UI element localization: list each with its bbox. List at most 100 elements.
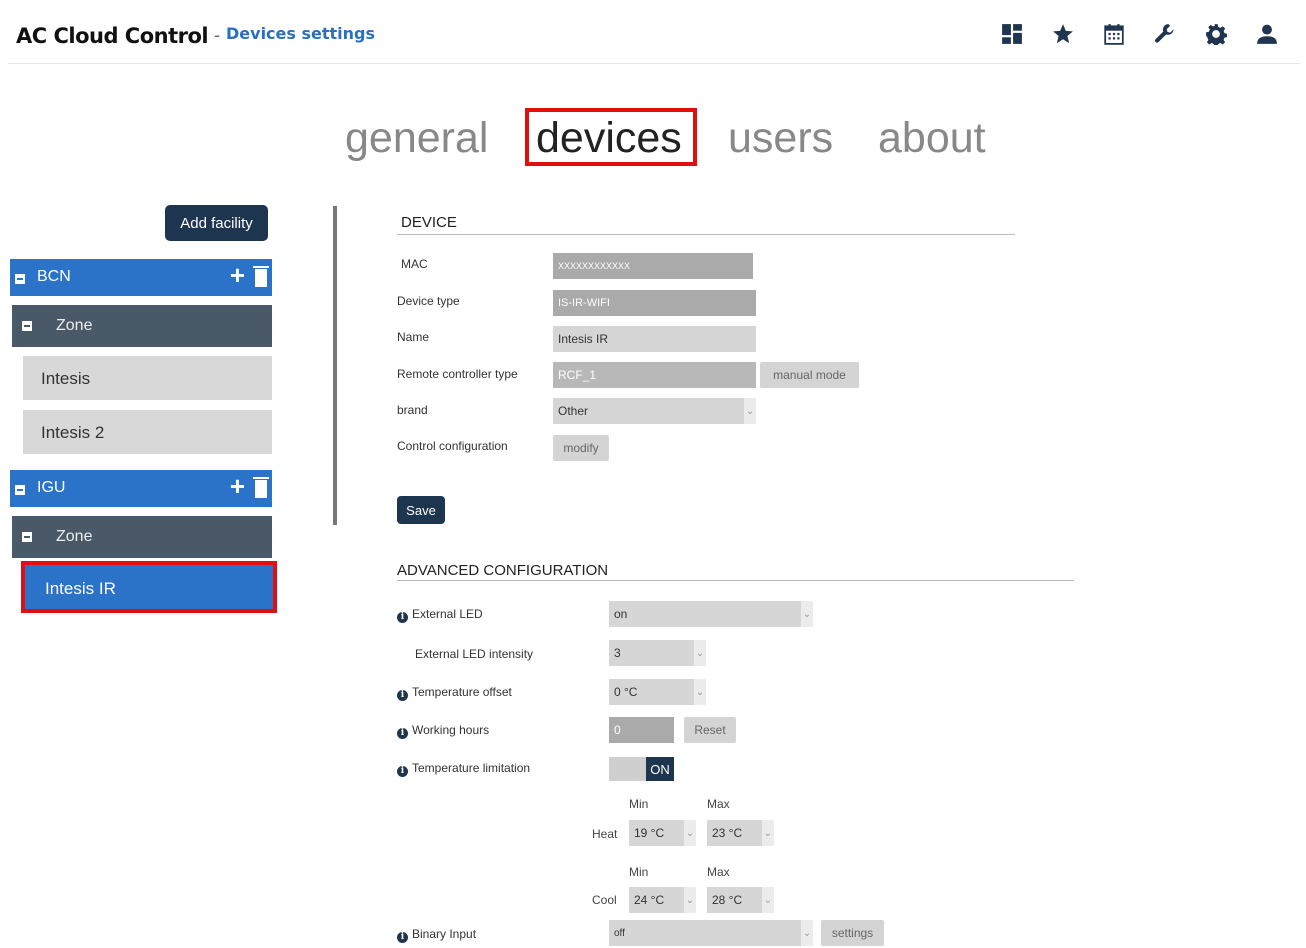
device-item[interactable]: Intesis	[23, 356, 272, 400]
chevron-down-icon: ⌄	[801, 920, 813, 946]
cool-max-select[interactable]: 28 °C ⌄	[707, 887, 774, 913]
control-config-label: Control configuration	[397, 439, 508, 453]
brand-label: brand	[397, 403, 428, 417]
working-hours-field: 0	[609, 717, 674, 743]
remote-type-label: Remote controller type	[397, 367, 518, 381]
binary-input-value: off	[614, 927, 625, 939]
tab-general[interactable]: general	[345, 114, 488, 163]
zone-name: Zone	[56, 528, 93, 545]
binary-input-label: i Binary Input	[397, 927, 476, 943]
info-icon[interactable]: i	[397, 612, 408, 623]
led-intensity-label: External LED intensity	[415, 647, 534, 661]
chevron-down-icon: ⌄	[694, 640, 706, 666]
device-name: Intesis	[41, 369, 91, 388]
mac-field: XXXXXXXXXXXX	[553, 253, 753, 279]
heat-min-select[interactable]: 19 °C ⌄	[629, 820, 696, 846]
cool-min-value: 24 °C	[634, 893, 665, 907]
gear-icon[interactable]	[1190, 20, 1241, 48]
panel-divider-mask	[333, 525, 337, 626]
info-icon[interactable]: i	[397, 728, 408, 739]
cool-max-label: Max	[707, 865, 730, 879]
zone-name: Zone	[56, 317, 93, 334]
top-header: AC Cloud Control - Devices settings	[8, 8, 1300, 64]
collapse-icon[interactable]	[15, 274, 25, 284]
name-label: Name	[397, 330, 430, 344]
remote-type-field: RCF_1	[553, 362, 756, 388]
section-divider	[397, 580, 1074, 581]
trash-icon[interactable]	[253, 477, 269, 498]
heat-min-label: Min	[629, 797, 649, 811]
wrench-icon[interactable]	[1139, 20, 1190, 48]
star-icon[interactable]	[1037, 20, 1088, 48]
facility-bcn[interactable]: BCN +	[10, 259, 272, 296]
chevron-down-icon: ⌄	[694, 679, 706, 705]
temp-limitation-label: i Temperature limitation	[397, 761, 530, 777]
external-led-select[interactable]: on ⌄	[609, 601, 813, 627]
add-icon[interactable]: +	[230, 262, 245, 288]
facility-tree: Add facility BCN + Zone Intesis Intesis …	[10, 205, 277, 625]
collapse-icon[interactable]	[15, 485, 25, 495]
zone-igu[interactable]: Zone	[12, 516, 272, 558]
heat-max-select[interactable]: 23 °C ⌄	[707, 820, 774, 846]
device-type-field: IS-IR-WIFI	[553, 290, 756, 316]
facility-name: IGU	[37, 479, 66, 496]
modify-button[interactable]: modify	[553, 435, 609, 461]
user-icon[interactable]	[1241, 20, 1292, 48]
tab-users[interactable]: users	[728, 114, 833, 163]
title-separator: -	[214, 25, 220, 45]
led-intensity-value: 3	[614, 646, 621, 660]
name-input[interactable]: Intesis IR	[553, 326, 756, 352]
zone-bcn[interactable]: Zone	[12, 305, 272, 347]
reset-button[interactable]: Reset	[684, 717, 736, 743]
cool-max-value: 28 °C	[712, 893, 743, 907]
add-icon[interactable]: +	[230, 473, 245, 499]
tab-about[interactable]: about	[878, 114, 986, 163]
mac-label: MAC	[401, 257, 428, 271]
device-name: Intesis 2	[41, 423, 105, 442]
facility-igu[interactable]: IGU +	[10, 470, 272, 507]
info-icon[interactable]: i	[397, 932, 408, 943]
info-icon[interactable]: i	[397, 766, 408, 777]
cool-label: Cool	[592, 893, 617, 907]
binary-input-select[interactable]: off ⌄	[609, 920, 813, 946]
manual-mode-button[interactable]: manual mode	[760, 362, 859, 388]
device-section-title: DEVICE	[401, 214, 457, 231]
save-button[interactable]: Save	[397, 496, 445, 524]
advanced-section-title: ADVANCED CONFIGURATION	[397, 562, 609, 579]
cool-min-label: Min	[629, 865, 649, 879]
cool-min-select[interactable]: 24 °C ⌄	[629, 887, 696, 913]
tab-devices[interactable]: devices	[525, 108, 697, 166]
section-divider	[397, 234, 1015, 235]
toggle-state: ON	[646, 757, 674, 781]
device-name: Intesis IR	[45, 579, 116, 598]
temp-offset-select[interactable]: 0 °C ⌄	[609, 679, 706, 705]
dashboard-icon[interactable]	[986, 20, 1037, 48]
page-subtitle: Devices settings	[226, 24, 375, 43]
add-facility-button[interactable]: Add facility	[165, 205, 268, 241]
chevron-down-icon: ⌄	[744, 398, 756, 424]
device-type-label: Device type	[397, 294, 460, 308]
calendar-icon[interactable]	[1088, 20, 1139, 48]
heat-max-label: Max	[707, 797, 730, 811]
working-hours-label: i Working hours	[397, 723, 489, 739]
info-icon[interactable]: i	[397, 690, 408, 701]
heat-min-value: 19 °C	[634, 826, 665, 840]
toolbar	[986, 20, 1292, 48]
chevron-down-icon: ⌄	[762, 887, 774, 913]
chevron-down-icon: ⌄	[684, 887, 696, 913]
app-title: AC Cloud Control	[16, 24, 209, 48]
chevron-down-icon: ⌄	[684, 820, 696, 846]
settings-button[interactable]: settings	[821, 920, 884, 946]
device-item-selected[interactable]: Intesis IR	[21, 561, 277, 613]
temp-offset-label: i Temperature offset	[397, 685, 512, 701]
collapse-icon[interactable]	[22, 321, 32, 331]
brand-value: Other	[558, 404, 589, 418]
brand-select[interactable]: Other ⌄	[553, 398, 756, 424]
chevron-down-icon: ⌄	[801, 601, 813, 627]
collapse-icon[interactable]	[22, 532, 32, 542]
led-intensity-select[interactable]: 3 ⌄	[609, 640, 706, 666]
external-led-value: on	[614, 607, 628, 621]
device-item[interactable]: Intesis 2	[23, 410, 272, 454]
trash-icon[interactable]	[253, 266, 269, 287]
temp-limitation-toggle[interactable]: ON	[609, 757, 674, 781]
